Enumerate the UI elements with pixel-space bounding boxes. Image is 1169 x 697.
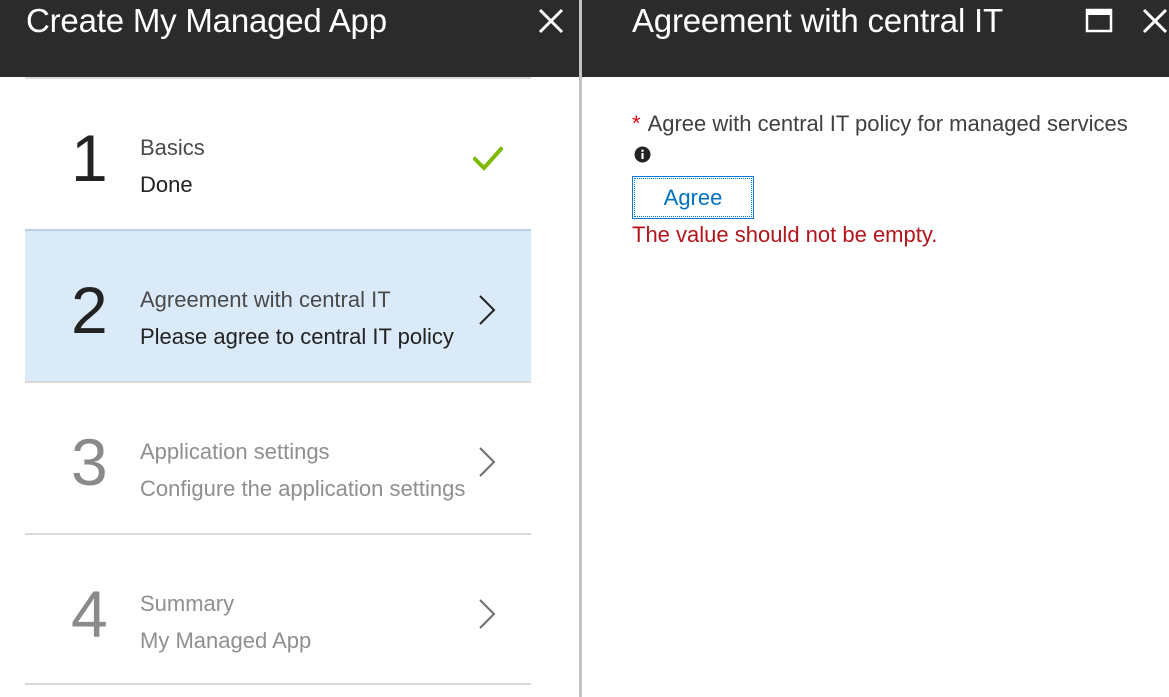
- wizard-step-application-settings[interactable]: 3 Application settings Configure the app…: [25, 381, 531, 533]
- close-icon[interactable]: [534, 4, 568, 38]
- policy-label: Agree with central IT policy for managed…: [647, 111, 1128, 136]
- step-description: Please agree to central IT policy: [140, 324, 454, 349]
- wizard-step-basics[interactable]: 1 Basics Done: [25, 77, 531, 229]
- blade-header: Agreement with central IT: [582, 0, 1169, 77]
- create-app-blade: Create My Managed App 1 Basics Done 2 Ag…: [0, 0, 579, 697]
- agree-button[interactable]: Agree: [632, 176, 754, 219]
- chevron-right-icon: [473, 293, 503, 327]
- step-number: 1: [71, 121, 108, 195]
- blade-title: Create My Managed App: [26, 2, 387, 39]
- agreement-form: * Agree with central IT policy for manage…: [632, 108, 1132, 249]
- validation-error: The value should not be empty.: [632, 222, 938, 247]
- step-description: My Managed App: [140, 628, 312, 653]
- blade-title: Agreement with central IT: [632, 2, 1003, 39]
- step-number: 2: [71, 273, 108, 347]
- blade-divider: [579, 0, 582, 697]
- info-icon[interactable]: [634, 140, 651, 163]
- maximize-icon[interactable]: [1082, 4, 1116, 38]
- step-title: Application settings: [140, 439, 330, 464]
- portal-window: Create My Managed App 1 Basics Done 2 Ag…: [0, 0, 1169, 697]
- step-description: Configure the application settings: [140, 476, 466, 501]
- chevron-right-icon: [473, 445, 503, 479]
- step-title: Basics: [140, 135, 205, 160]
- wizard-step-summary[interactable]: 4 Summary My Managed App: [25, 533, 531, 685]
- chevron-right-icon: [473, 597, 503, 631]
- field-label-row: * Agree with central IT policy for manage…: [632, 108, 1132, 170]
- step-title: Agreement with central IT: [140, 287, 391, 312]
- wizard-step-agreement[interactable]: 2 Agreement with central IT Please agree…: [25, 229, 531, 381]
- step-status: Done: [140, 172, 193, 197]
- required-indicator: *: [632, 111, 641, 136]
- step-number: 4: [71, 577, 108, 651]
- blade-header: Create My Managed App: [0, 0, 579, 77]
- wizard-steps: 1 Basics Done 2 Agreement with central I…: [25, 77, 531, 685]
- close-icon[interactable]: [1138, 4, 1169, 38]
- step-title: Summary: [140, 591, 235, 616]
- checkmark-icon: [473, 141, 503, 175]
- step-number: 3: [71, 425, 108, 499]
